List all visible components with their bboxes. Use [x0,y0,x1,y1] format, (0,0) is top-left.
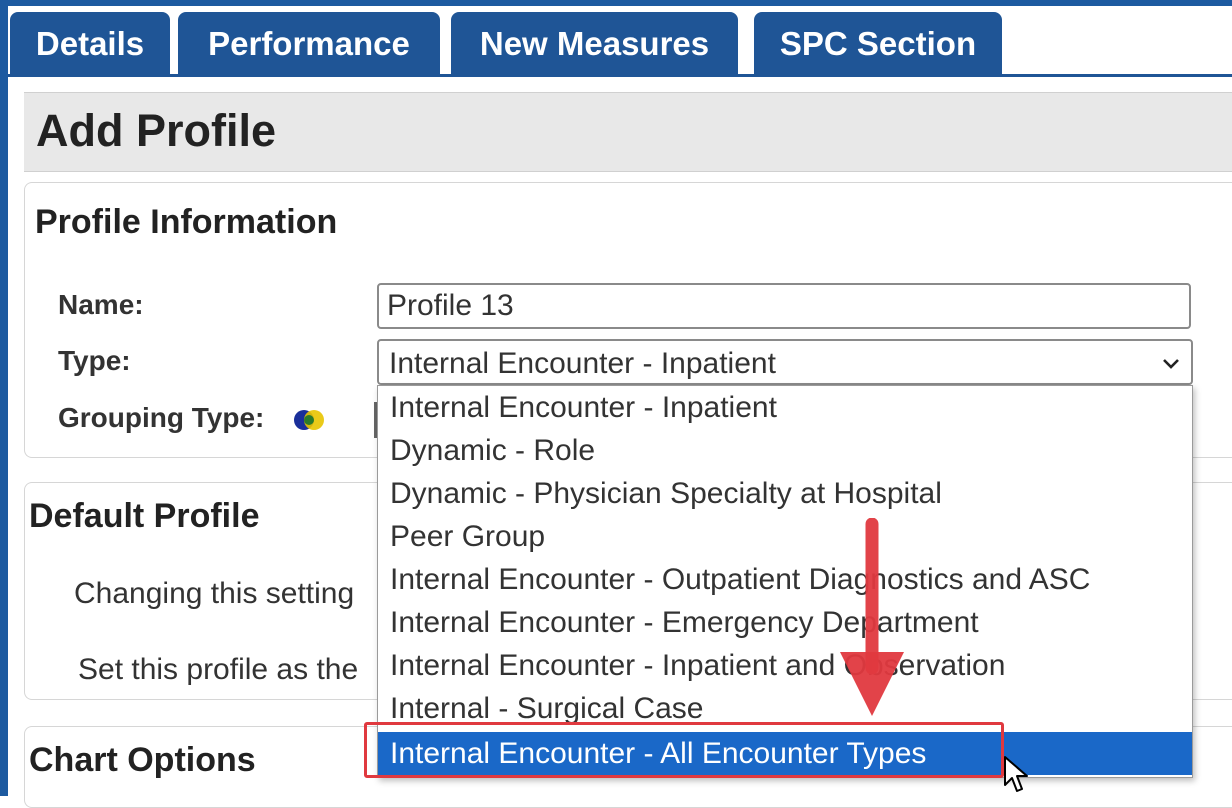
page-title: Add Profile [36,105,277,156]
name-input[interactable] [377,283,1191,329]
default-profile-description: Changing this setting [74,577,355,610]
type-option[interactable]: Internal - Surgical Case [378,687,1192,730]
name-label: Name: [58,289,144,320]
grouping-type-label: Grouping Type: [58,402,265,433]
default-profile-title: Default Profile [29,497,260,535]
type-label: Type: [58,345,131,376]
chevron-down-icon [1163,359,1179,369]
page-header: Add Profile [24,92,1232,172]
tab-performance[interactable]: Performance [178,12,440,75]
window-frame-top [0,0,1232,6]
type-select[interactable]: Internal Encounter - Inpatient [377,339,1193,385]
type-option-selected[interactable]: Internal Encounter - All Encounter Types [378,732,1192,775]
tab-details[interactable]: Details [10,12,170,75]
tab-spc-section[interactable]: SPC Section [754,12,1002,75]
type-option[interactable]: Peer Group [378,515,1192,558]
default-profile-checkbox-label: Set this profile as the [78,653,359,686]
type-dropdown-list: Internal Encounter - Inpatient Dynamic -… [377,385,1193,778]
type-option[interactable]: Dynamic - Physician Specialty at Hospita… [378,472,1192,515]
type-select-value: Internal Encounter - Inpatient [389,347,776,380]
type-option[interactable]: Internal Encounter - Inpatient [378,386,1192,429]
type-option[interactable]: Internal Encounter - Inpatient and Obser… [378,644,1192,687]
type-option[interactable]: Dynamic - Role [378,429,1192,472]
tab-new-measures[interactable]: New Measures [451,12,738,75]
window-frame-left [0,0,8,796]
type-option[interactable]: Internal Encounter - Emergency Departmen… [378,601,1192,644]
grouping-type-info-icon[interactable] [290,407,328,433]
profile-information-title: Profile Information [35,203,338,241]
tab-strip [8,74,1232,77]
type-option[interactable]: Internal Encounter - Outpatient Diagnost… [378,558,1192,601]
chart-options-title: Chart Options [29,741,256,779]
